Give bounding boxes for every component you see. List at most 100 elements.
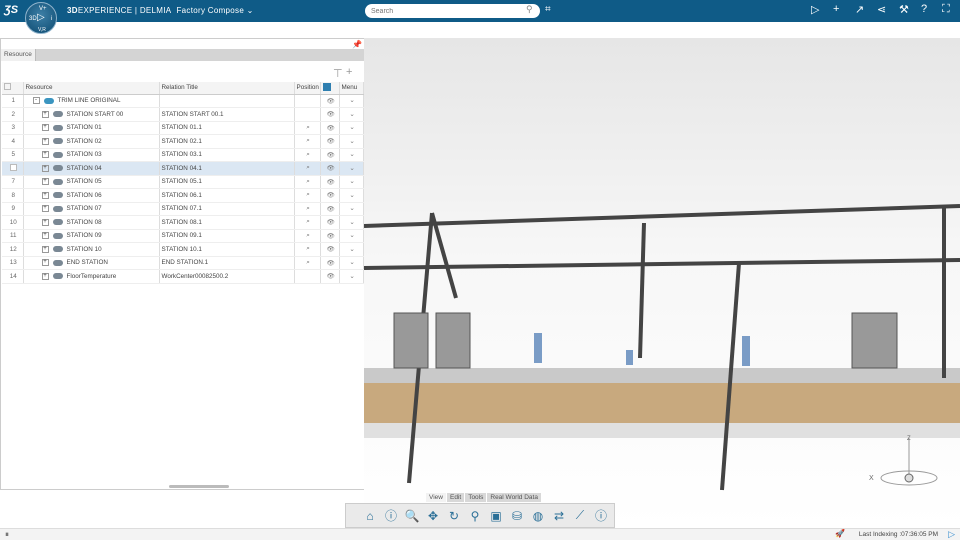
compass-bottom[interactable]: V,R	[38, 27, 46, 33]
relation-title-cell[interactable]: STATION 05.1	[159, 175, 295, 189]
row-number[interactable]: 8	[2, 188, 24, 203]
fullscreen-icon[interactable]: ⛶	[942, 3, 950, 16]
col-3d-icon[interactable]	[320, 82, 340, 95]
chevron-down-icon[interactable]: ⌄	[339, 121, 364, 135]
share-icon[interactable]: ↗	[855, 3, 864, 16]
row-number[interactable]: 5	[2, 148, 24, 162]
visibility-icon[interactable]: 👁	[320, 134, 340, 149]
relation-title-cell[interactable]: WorkCenter00082500.2	[159, 269, 295, 284]
table-row[interactable]: 1 - TRIM LINE ORIGINAL 👁 ⌄	[2, 94, 364, 108]
position-icon[interactable]	[294, 269, 321, 284]
resource-cell[interactable]: + STATION 06	[23, 188, 160, 203]
resource-cell[interactable]: + END STATION	[23, 256, 160, 270]
position-icon[interactable]: ⌕	[294, 229, 321, 243]
relation-title-cell[interactable]: END STATION.1	[159, 256, 295, 270]
expand-toggle[interactable]: +	[41, 272, 49, 280]
play-icon[interactable]: ▷	[37, 12, 45, 23]
relation-title-cell[interactable]: STATION START 00.1	[159, 107, 295, 122]
chevron-down-icon[interactable]: ⌄	[339, 161, 364, 176]
compass-right[interactable]: i	[51, 16, 52, 22]
row-number[interactable]: 13	[2, 256, 24, 270]
zoom-area-icon[interactable]: ⚲	[467, 509, 483, 523]
position-icon[interactable]	[294, 107, 321, 122]
scrollbar-thumb[interactable]	[169, 485, 229, 488]
relation-title-cell[interactable]: STATION 02.1	[159, 134, 295, 149]
table-row[interactable]: 10 + STATION 08 STATION 08.1 ⌕ 👁 ⌄	[2, 215, 364, 230]
table-row[interactable]: 8 + STATION 06 STATION 06.1 ⌕ 👁 ⌄	[2, 188, 364, 203]
expand-toggle[interactable]: +	[41, 164, 49, 172]
table-row[interactable]: 12 + STATION 10 STATION 10.1 ⌕ 👁 ⌄	[2, 242, 364, 257]
relation-title-cell[interactable]: STATION 03.1	[159, 148, 295, 162]
tree-filter-icon[interactable]: ⊤	[333, 67, 343, 80]
visibility-icon[interactable]: 👁	[320, 121, 340, 135]
pin-icon[interactable]: 📌	[352, 40, 362, 49]
chevron-down-icon[interactable]: ⌄	[339, 107, 364, 122]
visibility-icon[interactable]: 👁	[320, 215, 340, 230]
chevron-down-icon[interactable]: ⌄	[339, 256, 364, 270]
select-all-checkbox[interactable]	[2, 82, 24, 95]
position-icon[interactable]: ⌕	[294, 188, 321, 203]
expand-toggle[interactable]: +	[41, 232, 49, 240]
resource-cell[interactable]: + STATION 01	[23, 121, 160, 135]
pause-icon[interactable]: ⏸	[5, 530, 9, 540]
row-number[interactable]: 7	[2, 175, 24, 189]
resource-cell[interactable]: + STATION START 00	[23, 107, 160, 122]
position-icon[interactable]: ⌕	[294, 134, 321, 149]
col-relation-title[interactable]: Relation Title	[159, 82, 295, 95]
position-icon[interactable]: ⌕	[294, 121, 321, 135]
tab-tools[interactable]: Tools	[465, 493, 487, 502]
expand-toggle[interactable]: +	[41, 245, 49, 253]
row-number[interactable]: 1	[2, 94, 24, 108]
resource-cell[interactable]: + STATION 07	[23, 202, 160, 216]
network-icon[interactable]: ⋖	[877, 3, 886, 16]
resource-cell[interactable]: + STATION 03	[23, 148, 160, 162]
chevron-down-icon[interactable]: ⌄	[339, 242, 364, 257]
resource-cell[interactable]: + STATION 08	[23, 215, 160, 230]
col-resource[interactable]: Resource	[23, 82, 160, 95]
resource-cell[interactable]: + STATION 10	[23, 242, 160, 257]
alert-icon[interactable]: ⓘ	[383, 507, 399, 524]
position-icon[interactable]: ⌕	[294, 148, 321, 162]
database-icon[interactable]: ⛁	[509, 509, 525, 523]
table-row[interactable]: + STATION 04 STATION 04.1 ⌕ 👁 ⌄	[2, 161, 364, 176]
home-icon[interactable]: ⌂	[362, 509, 378, 523]
row-number[interactable]: 10	[2, 215, 24, 230]
pan-icon[interactable]: ✥	[425, 509, 441, 523]
app-title[interactable]: 3DEXPERIENCE | DELMIA Factory Compose ⌄	[67, 6, 254, 15]
row-number[interactable]: 3	[2, 121, 24, 135]
table-row[interactable]: 14 + FloorTemperature WorkCenter00082500.…	[2, 269, 364, 284]
relation-title-cell[interactable]: STATION 07.1	[159, 202, 295, 216]
info-icon[interactable]: ⓘ	[593, 507, 609, 524]
chevron-down-icon[interactable]: ⌄	[339, 188, 364, 203]
add-icon[interactable]: +	[346, 66, 352, 78]
row-number[interactable]: 14	[2, 269, 24, 284]
resource-cell[interactable]: + STATION 02	[23, 134, 160, 149]
search-icon[interactable]: ⚲	[526, 4, 533, 15]
resource-cell[interactable]: + STATION 04	[23, 161, 160, 176]
col-menu[interactable]: Menu	[339, 82, 364, 95]
resource-cell[interactable]: + STATION 09	[23, 229, 160, 243]
compass-button[interactable]: V+ 3D ▷ i V,R	[25, 2, 57, 34]
row-number[interactable]: 12	[2, 242, 24, 257]
row-number[interactable]	[2, 161, 24, 176]
chevron-down-icon[interactable]: ⌄	[339, 148, 364, 162]
search-input[interactable]	[365, 4, 540, 18]
visibility-icon[interactable]: 👁	[320, 256, 340, 270]
chevron-down-icon[interactable]: ⌄	[339, 94, 364, 108]
expand-toggle[interactable]: +	[41, 124, 49, 132]
relation-title-cell[interactable]: STATION 09.1	[159, 229, 295, 243]
visibility-icon[interactable]: 👁	[320, 148, 340, 162]
expand-toggle[interactable]: +	[41, 151, 49, 159]
position-icon[interactable]: ⌕	[294, 215, 321, 230]
add-icon[interactable]: +	[833, 3, 839, 15]
expand-toggle[interactable]: +	[41, 205, 49, 213]
tab-view[interactable]: View	[426, 493, 446, 502]
visibility-icon[interactable]: 👁	[320, 94, 340, 108]
expand-toggle[interactable]: -	[32, 97, 40, 105]
globe-icon[interactable]: ◍	[530, 509, 546, 523]
row-number[interactable]: 4	[2, 134, 24, 149]
chevron-down-icon[interactable]: ⌄	[339, 269, 364, 284]
visibility-icon[interactable]: 👁	[320, 161, 340, 176]
play-icon[interactable]: ▷	[811, 3, 819, 16]
swap-icon[interactable]: ⇄	[551, 509, 567, 523]
